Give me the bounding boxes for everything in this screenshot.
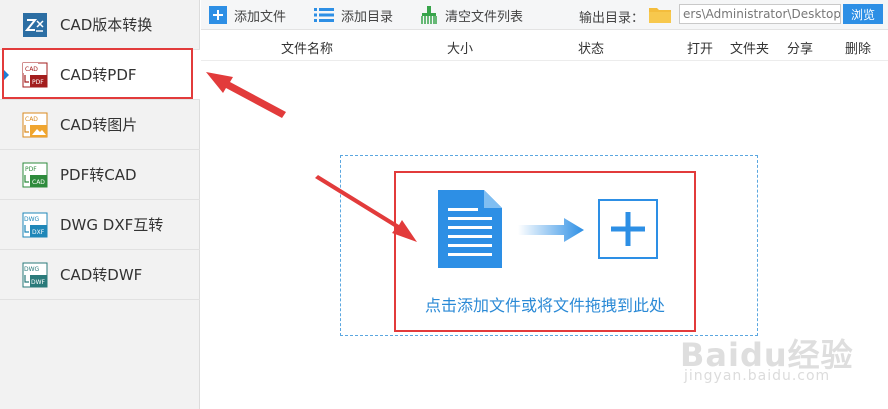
annotation-arrow-sidebar [206,72,286,118]
watermark-url: jingyan.baidu.com [684,368,831,384]
annotation-arrow-dropzone [315,175,417,242]
